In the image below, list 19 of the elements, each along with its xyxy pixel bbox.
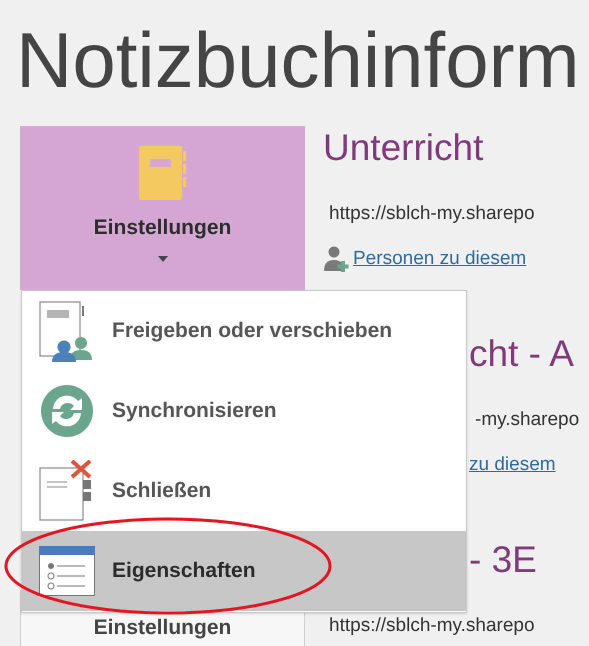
settings-button[interactable]: Einstellungen xyxy=(20,126,305,290)
menu-item[interactable]: Synchronisieren xyxy=(22,371,466,451)
properties-list-icon xyxy=(39,546,95,596)
menu-item[interactable]: Freigeben oder verschieben xyxy=(22,291,466,371)
notebook-url: https://sblch-my.sharepo xyxy=(329,615,535,636)
share-link[interactable]: zu diesem xyxy=(469,454,556,474)
add-person-icon xyxy=(323,244,351,273)
caret-icon xyxy=(158,256,168,262)
notebook-title: - 3E xyxy=(469,539,537,580)
sync-icon xyxy=(40,384,94,438)
menu-item[interactable]: Eigenschaften xyxy=(22,531,466,611)
notebook-url: https://sblch-my.sharepo xyxy=(329,203,535,224)
notebook-title: Unterricht xyxy=(323,127,484,168)
page-title: Notizbuchinform xyxy=(16,15,581,106)
notebook-title: cht - A xyxy=(469,333,574,374)
menu-item[interactable]: Schließen xyxy=(22,451,466,531)
share-link[interactable]: Personen zu diesem xyxy=(353,248,526,268)
notebook-url: -my.sharepo xyxy=(475,409,580,430)
notebook-icon xyxy=(138,146,186,202)
